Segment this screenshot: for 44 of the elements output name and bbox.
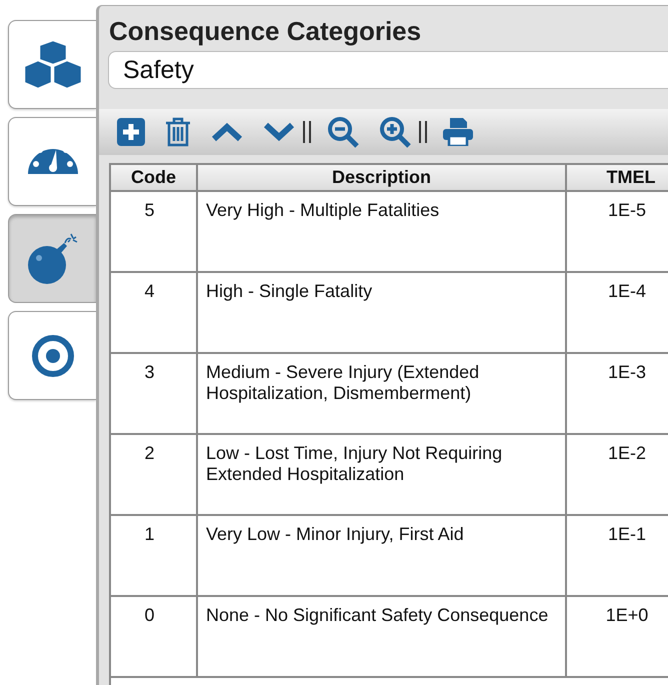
toolbar-separator <box>419 121 427 143</box>
table-cell: Very High - Multiple Fatalities <box>198 192 567 273</box>
panel-title: Consequence Categories <box>108 15 422 46</box>
table-cell: Medium - Severe Injury (Extended Hospitalization, Dismemberment) <box>198 354 567 435</box>
print-button[interactable] <box>443 116 473 148</box>
sidebar-tab[interactable] <box>8 117 96 206</box>
column-header: Description <box>198 163 567 192</box>
delete-button[interactable] <box>165 116 191 148</box>
zoom-out-button[interactable] <box>327 116 359 148</box>
table-cell: 1E-4 <box>567 273 668 354</box>
toolbar-separator <box>303 121 311 143</box>
table-cell: 1 <box>111 516 198 597</box>
table-cell: 4 <box>111 273 198 354</box>
table-cell: 5 <box>111 192 198 273</box>
table-cell: 1E-1 <box>567 516 668 597</box>
gauge-icon <box>28 149 78 174</box>
table-cell: None - No Significant Safety Consequence <box>198 597 567 678</box>
table-cell: 0 <box>111 597 198 678</box>
sidebar-tab[interactable] <box>8 311 96 400</box>
add-button[interactable] <box>117 116 145 148</box>
chevron-up-icon <box>211 122 243 142</box>
category-field[interactable]: Safety <box>108 51 668 89</box>
table-cell: 1E-5 <box>567 192 668 273</box>
table-cell: 2 <box>111 435 198 516</box>
table-cell: Low - Lost Time, Injury Not Requiring Extended Hospitalization <box>198 435 567 516</box>
column-header: Code <box>111 163 198 192</box>
target-icon <box>30 334 74 378</box>
column-header: TMEL <box>567 163 668 192</box>
trash-icon <box>165 117 191 147</box>
sidebar-tab[interactable] <box>8 20 96 109</box>
table-cell: Very Low - Minor Injury, First Aid <box>198 516 567 597</box>
table-cell: High - Single Fatality <box>198 273 567 354</box>
print-icon <box>443 118 473 146</box>
table-cell: 1E+0 <box>567 597 668 678</box>
table-cell: 3 <box>111 354 198 435</box>
chevron-down-icon <box>263 122 295 142</box>
zoom-in-icon <box>379 116 411 148</box>
add-icon <box>117 118 145 146</box>
zoom-in-button[interactable] <box>379 116 411 148</box>
bomb-icon <box>26 232 78 284</box>
table-cell: 1E-2 <box>567 435 668 516</box>
table-cell: 1E-3 <box>567 354 668 435</box>
zoom-out-icon <box>327 116 359 148</box>
sidebar-tab[interactable] <box>8 214 96 303</box>
